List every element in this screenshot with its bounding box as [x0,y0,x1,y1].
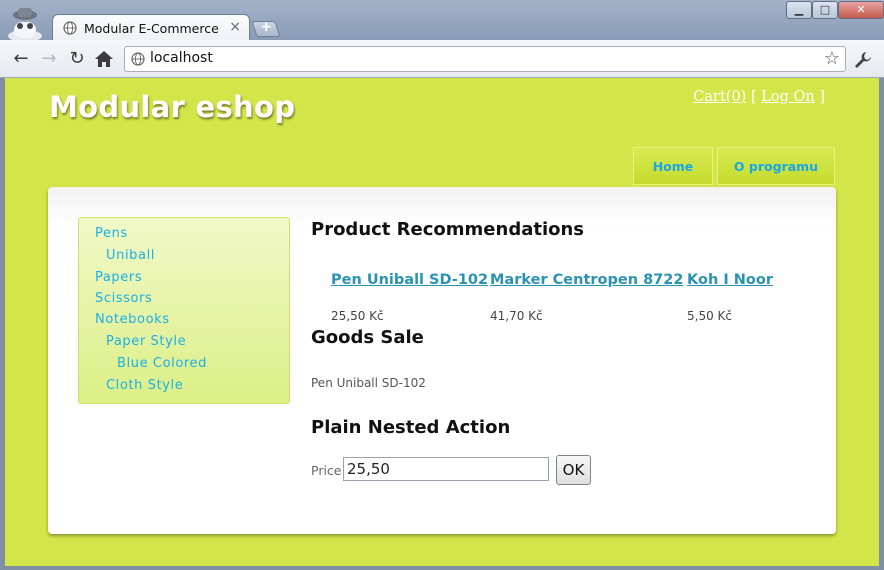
back-icon[interactable]: ← [10,48,32,70]
cart-link[interactable]: Cart(0) [693,89,746,105]
bracket-close: ] [819,89,825,105]
sale-item-text: Pen Uniball SD-102 [311,376,426,390]
reload-icon[interactable]: ↻ [66,48,88,70]
ok-button[interactable]: OK [556,455,591,485]
recommendations-heading: Product Recommendations [311,219,585,240]
address-bar[interactable]: localhost ☆ [124,46,846,72]
browser-titlebar: Modular E-Commerce × + ▁ □ ✕ [0,0,884,41]
web-page: Modular eshop Cart(0) [ Log On ] Home O … [5,78,879,566]
globe-icon [131,52,145,66]
tab-close-icon[interactable]: × [229,19,241,35]
category-paper-style[interactable]: Paper Style [106,334,186,349]
main-menu: Home O programu [633,147,835,187]
site-title: Modular eshop [49,90,296,124]
goods-sale-heading: Goods Sale [311,327,424,348]
browser-tab[interactable]: Modular E-Commerce × [52,14,250,41]
menu-item-o-programu[interactable]: O programu [717,147,835,185]
browser-toolbar: ← → ↻ localhost ☆ [0,40,884,78]
product-price: 41,70 Kč [490,309,543,323]
plain-nested-action-heading: Plain Nested Action [311,417,511,438]
forward-icon[interactable]: → [38,48,60,70]
login-bar: Cart(0) [ Log On ] [693,89,825,105]
new-tab-plus: + [260,19,273,35]
incognito-icon [8,8,42,40]
product-price: 5,50 Kč [687,309,732,323]
globe-icon [63,21,77,35]
product-link[interactable]: Marker Centropen 8722 [490,272,683,288]
product-link[interactable]: Pen Uniball SD-102 [331,272,488,288]
category-notebooks[interactable]: Notebooks [95,312,170,327]
wrench-icon[interactable] [852,49,874,71]
home-icon[interactable] [94,49,114,69]
tab-title: Modular E-Commerce [84,21,219,36]
menu-item-home[interactable]: Home [633,147,713,185]
maximize-button[interactable]: □ [812,1,838,19]
category-scissors[interactable]: Scissors [95,291,152,306]
price-input[interactable] [343,457,549,481]
new-tab-button[interactable]: + [251,19,281,37]
log-on-link[interactable]: Log On [761,89,814,105]
category-cloth-style[interactable]: Cloth Style [106,378,183,393]
star-icon[interactable]: ☆ [824,48,840,69]
category-pens[interactable]: Pens [95,226,128,241]
category-papers[interactable]: Papers [95,270,142,285]
product-price: 25,50 Kč [331,309,384,323]
close-window-button[interactable]: ✕ [838,1,884,19]
content-box: Pens Uniball Papers Scissors Notebooks P… [48,187,836,534]
minimize-button[interactable]: ▁ [786,1,812,19]
product-link[interactable]: Koh I Noor [687,272,773,288]
price-label: Price [311,463,342,478]
url-text: localhost [150,50,213,66]
category-uniball[interactable]: Uniball [106,248,155,263]
category-sidebar: Pens Uniball Papers Scissors Notebooks P… [78,217,290,404]
category-blue-colored[interactable]: Blue Colored [117,356,207,371]
bracket-open: [ [750,89,757,105]
